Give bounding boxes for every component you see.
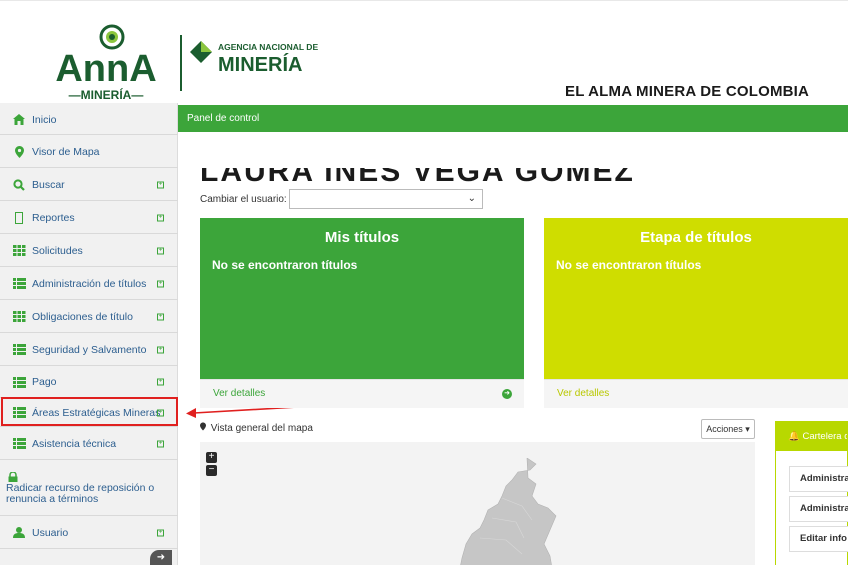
logo-separator [180,35,182,91]
sidebar-item-reportes[interactable]: Reportes + [0,202,178,234]
grid-icon [12,311,26,323]
grid-icon [12,245,26,257]
app-frame: AnnA —MINERÍA— AGENCIA NACIONAL DE MINER… [0,0,848,565]
card-footer-link[interactable]: Ver detalles [544,379,848,408]
sidebar-item-obligaciones-de-titulo[interactable]: Obligaciones de título + [0,301,178,333]
card-title: Mis títulos [324,229,400,246]
colombia-map-shape [460,458,557,565]
expand-icon[interactable]: + [157,346,164,353]
sidebar-item-label: Reportes [32,211,75,224]
arrow-right-circle-icon: ➜ [502,389,512,399]
acciones-dropdown[interactable]: Acciones ▾ [701,419,755,439]
highlight-box [1,397,178,426]
top-bar: Panel de control [178,105,848,132]
sidebar-item-label: Usuario [32,526,69,539]
main-content: LAURA INÉS VEGA GÓMEZ Cambiar el usuario… [178,132,848,565]
cartelera-item[interactable]: Administra [789,496,848,522]
arrow-left-circle-icon: ➜ [156,552,166,563]
sidebar-collapse-button[interactable]: ➜ [150,550,172,565]
list-icon [12,438,26,450]
sidebar-item-pago[interactable]: Pago + [0,367,178,398]
document-icon [12,211,26,224]
agencia-logo: AGENCIA NACIONAL DE MINERÍA [190,41,318,76]
sidebar: Inicio Visor de Mapa Buscar + Reportes + [0,103,178,565]
card-title: Etapa de títulos [640,229,752,246]
user-icon [12,527,26,539]
list-icon [12,376,26,388]
chevron-down-icon: ⌄ [467,193,476,204]
sidebar-item-visor-de-mapa[interactable]: Visor de Mapa [0,136,178,168]
expand-icon[interactable]: + [157,280,164,287]
list-icon [12,344,26,356]
home-icon [12,114,26,126]
card-mis-titulos: Mis títulos No se encontraron títulos Ve… [200,218,524,408]
sidebar-item-label: Seguridad y Salvamento [32,343,147,356]
ver-detalles-link[interactable]: Ver detalles [213,388,265,399]
change-user-select[interactable]: ⌄ [289,189,483,209]
sidebar-item-administracion-de-titulos[interactable]: Administración de títulos + [0,268,178,300]
sidebar-item-label: Solicitudes [32,244,83,257]
sidebar-item-label: Administración de títulos [32,277,147,290]
expand-icon[interactable]: + [157,440,164,447]
expand-icon[interactable]: + [157,247,164,254]
zoom-in-button[interactable]: + [206,452,217,463]
ver-detalles-link[interactable]: Ver detalles [557,388,609,399]
cartelera-panel: 🔔 Cartelera de Administra Administra Edi… [775,421,848,565]
expand-icon[interactable]: + [157,313,164,320]
sidebar-item-label: Obligaciones de título [32,310,133,323]
expand-icon[interactable]: + [157,214,164,221]
caret-down-icon: ▾ [745,424,750,434]
sidebar-item-usuario[interactable]: Usuario + [0,517,178,549]
map-label-text: Vista general del mapa [210,423,313,434]
cartelera-item[interactable]: Administra [789,466,848,492]
sidebar-item-label: Pago [32,376,57,388]
sidebar-item-label: Inicio [32,113,57,126]
map-marker-icon [200,422,208,434]
zoom-out-button[interactable]: − [206,465,217,476]
sidebar-item-label: Radicar recurso de reposición o renuncia… [6,482,155,505]
expand-icon[interactable]: + [157,529,164,536]
sidebar-item-radicar-recurso[interactable]: Radicar recurso de reposición o renuncia… [0,461,178,516]
map-section-label: Vista general del mapa [200,422,313,434]
logo-anna-sub: —MINERÍA— [69,87,144,102]
map-view[interactable]: + − [200,442,755,565]
sidebar-item-label: Buscar [32,178,65,191]
list-icon [12,278,26,290]
page-title: Panel de control [187,113,260,124]
search-icon [12,178,26,191]
acciones-label: Acciones [706,424,743,434]
card-message: No se encontraron títulos [212,258,358,272]
card-etapa-de-titulos: Etapa de títulos No se encontraron títul… [544,218,848,408]
logo-anna-main: AnnA [55,48,156,90]
header: AnnA —MINERÍA— AGENCIA NACIONAL DE MINER… [0,13,848,103]
sidebar-item-buscar[interactable]: Buscar + [0,169,178,201]
cartelera-item[interactable]: Editar info [789,526,848,552]
sidebar-item-inicio[interactable]: Inicio [0,105,178,135]
sidebar-item-solicitudes[interactable]: Solicitudes + [0,235,178,267]
anna-mineria-logo: AnnA —MINERÍA— [55,24,157,102]
cartelera-title: Cartelera de [802,431,847,442]
card-footer-link[interactable]: Ver detalles ➜ [200,379,524,408]
expand-icon[interactable]: + [157,181,164,188]
username-heading: LAURA INÉS VEGA GÓMEZ [200,168,635,182]
sidebar-item-label: Visor de Mapa [32,145,100,158]
card-message: No se encontraron títulos [556,258,702,272]
bell-icon: 🔔 [788,431,800,442]
sidebar-item-asistencia-tecnica[interactable]: Asistencia técnica + [0,428,178,460]
expand-icon[interactable]: + [157,378,164,386]
sidebar-item-label: Asistencia técnica [32,437,117,450]
logo-agencia-line1: AGENCIA NACIONAL DE [218,42,318,52]
logo-agencia-line2: MINERÍA [218,53,302,76]
change-user-label: Cambiar el usuario: [200,194,287,205]
cartelera-header: 🔔 Cartelera de [776,422,847,451]
tagline: EL ALMA MINERA DE COLOMBIA [565,83,810,100]
map-marker-icon [12,145,26,158]
sidebar-item-seguridad-y-salvamento[interactable]: Seguridad y Salvamento + [0,334,178,366]
